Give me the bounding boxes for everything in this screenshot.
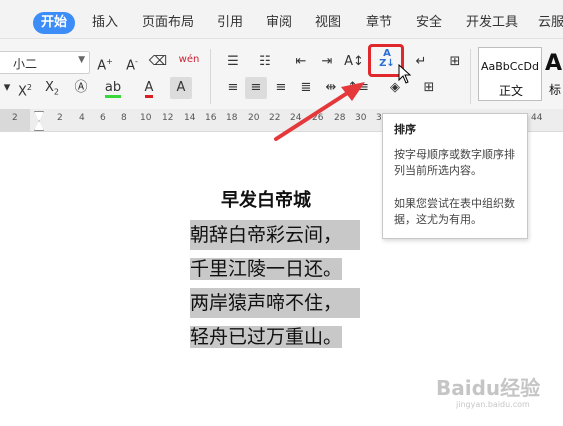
annotation-arrow [274,82,365,141]
watermark-url: jingyan.baidu.com [456,400,530,409]
watermark-brand: Baidu经验 [436,376,541,400]
mouse-cursor-icon [398,64,412,84]
